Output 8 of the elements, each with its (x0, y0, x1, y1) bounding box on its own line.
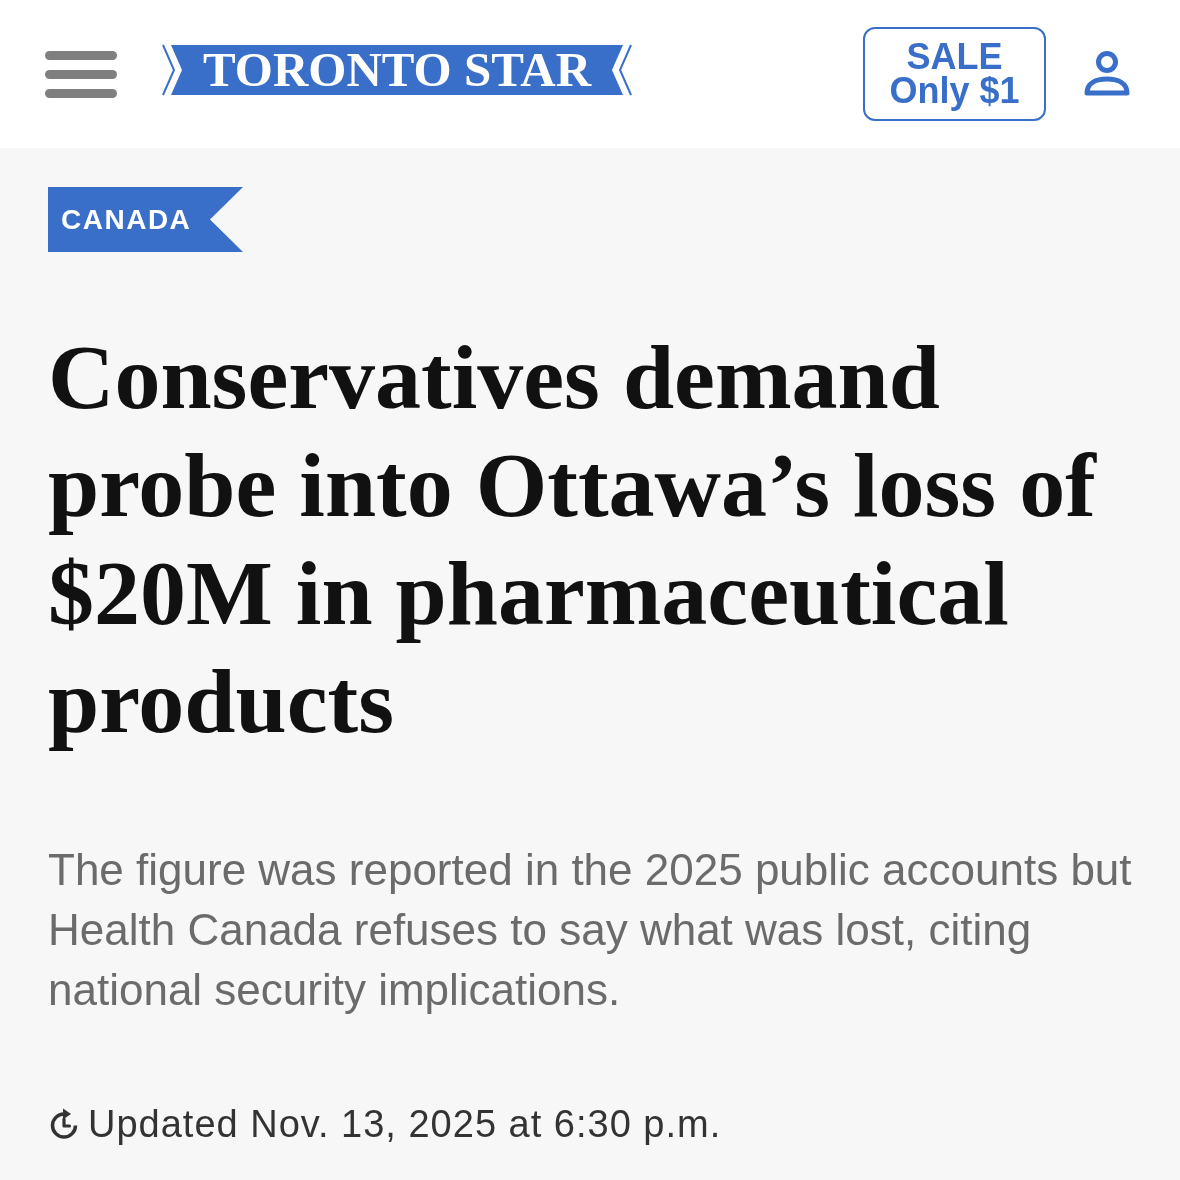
article-summary: The figure was reported in the 2025 public accounts but Health Canada refuses to say what was lost, citing national security implications. (48, 844, 1133, 1016)
clock-icon (48, 1108, 80, 1140)
menu-icon[interactable] (45, 51, 117, 98)
updated-timestamp: Updated Nov. 13, 2025 at 6:30 p.m. (88, 1102, 722, 1147)
sale-button[interactable]: SALE Only $1 (863, 27, 1046, 121)
person-icon[interactable] (1082, 50, 1132, 98)
headline: Conservatives demand probe into Ottawa’s loss of $20M in pharmaceutical products (48, 325, 1098, 754)
category-tag[interactable]: CANADA (48, 187, 243, 252)
